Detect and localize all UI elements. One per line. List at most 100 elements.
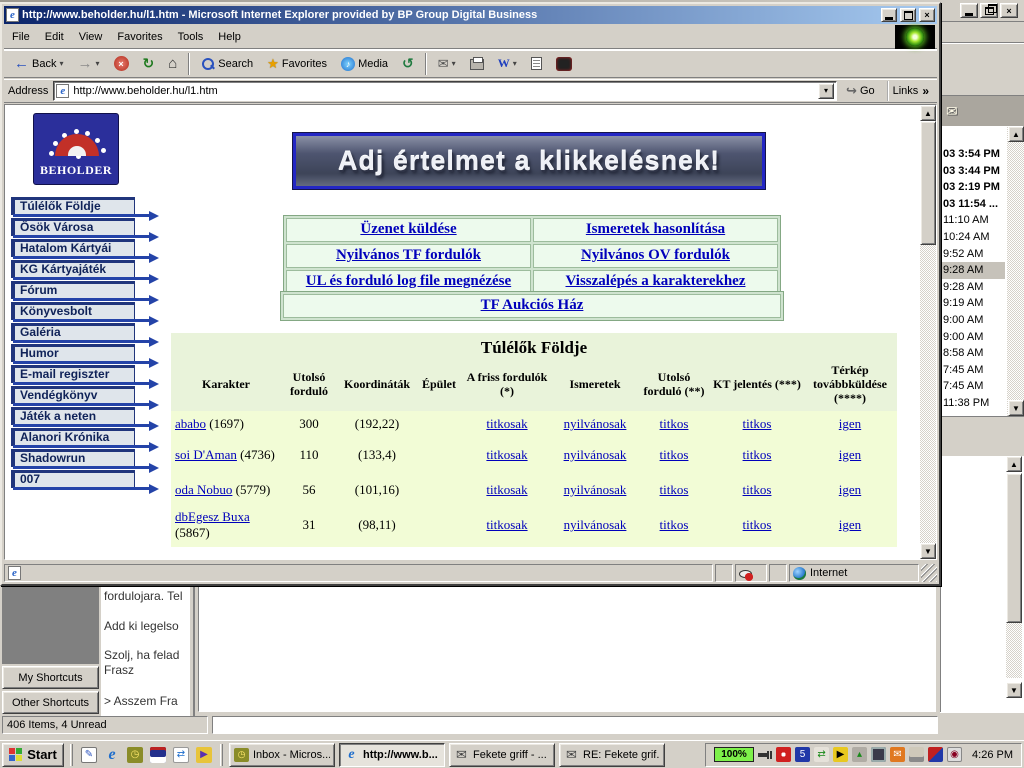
sidebar-item[interactable]: E-mail regiszter (11, 365, 169, 386)
knowledge-link[interactable]: nyilvánosak (564, 416, 627, 431)
fresh-turns-link[interactable]: titkosak (486, 482, 527, 497)
messenger-button[interactable] (550, 52, 578, 76)
character-link[interactable]: oda Nobuo (175, 482, 232, 497)
message-received-time[interactable]: 10:24 AM (941, 229, 1005, 246)
beholder-logo[interactable]: BEHOLDER (33, 113, 119, 185)
links-toolbar[interactable]: Links » (887, 81, 933, 101)
sidebar-item-label[interactable]: Alanori Krónika (11, 428, 135, 446)
menu-item[interactable]: Favorites (117, 31, 162, 43)
kt-report-link[interactable]: titkos (743, 517, 772, 532)
sidebar-item[interactable]: KG Kártyajáték (11, 260, 169, 281)
sidebar-item-label[interactable]: Ősök Városa (11, 218, 135, 236)
character-link[interactable]: soi D'Aman (175, 447, 237, 462)
edit-dropdown-icon[interactable]: ▾ (513, 59, 517, 68)
mail-notify-tray-icon[interactable]: ✉ (890, 747, 905, 762)
ie-titlebar[interactable]: e http://www.beholder.hu/l1.htm - Micros… (4, 6, 937, 24)
network-sync-tray-icon[interactable]: ⇄ (814, 747, 829, 762)
discuss-button[interactable] (525, 52, 548, 76)
message-time-column[interactable]: 03 3:54 PM 03 3:44 PM 03 2:19 PM 03 11:5… (941, 146, 1005, 414)
sidebar-item[interactable]: Ősök Városa (11, 218, 169, 239)
favorites-button[interactable]: ★ Favorites (261, 52, 333, 76)
quick-link[interactable]: Nyilvános TF fordulók (336, 247, 481, 263)
search-button[interactable]: Search (195, 52, 259, 76)
character-link[interactable]: dbEgesz Buxa (175, 509, 250, 524)
scrollbar-thumb[interactable] (920, 121, 936, 245)
knowledge-link[interactable]: nyilvánosak (564, 517, 627, 532)
kt-report-link[interactable]: titkos (743, 447, 772, 462)
message-received-time[interactable]: 9:28 AM (941, 279, 1005, 296)
media-button[interactable]: ♪ Media (335, 52, 394, 76)
map-forward-link[interactable]: igen (839, 517, 861, 532)
print-button[interactable] (464, 52, 490, 76)
scroll-down-icon[interactable]: ▼ (1008, 400, 1024, 416)
message-list-scrollbar[interactable]: ▲ ▼ (1007, 126, 1024, 416)
launch-ie-icon[interactable]: e (102, 745, 122, 765)
banner[interactable]: Adj értelmet a klikkelésnek! (293, 133, 765, 189)
forward-mail-icon[interactable]: ✉ (946, 103, 958, 120)
go-button[interactable]: ↪ Go (842, 82, 882, 100)
mail-dropdown-icon[interactable]: ▾ (452, 59, 456, 68)
address-input[interactable]: http://www.beholder.hu/l1.htm (73, 85, 814, 97)
quick-link[interactable]: Nyilvános OV fordulók (581, 247, 730, 263)
pen-tool-tray-icon[interactable] (928, 747, 943, 762)
message-received-time[interactable]: 03 11:54 ... (941, 196, 1005, 213)
map-forward-link[interactable]: igen (839, 416, 861, 431)
outlook-shortcut-bar[interactable] (2, 586, 99, 664)
sidebar-item[interactable]: Hatalom Kártyái (11, 239, 169, 260)
sidebar-item[interactable]: Galéria (11, 323, 169, 344)
menu-item[interactable]: View (79, 31, 103, 43)
message-received-time[interactable]: 9:19 AM (941, 295, 1005, 312)
knowledge-link[interactable]: nyilvánosak (564, 447, 627, 462)
last-turn-link[interactable]: titkos (660, 482, 689, 497)
refresh-button[interactable]: ↻ (137, 52, 161, 76)
forward-dropdown-icon[interactable]: ▾ (95, 59, 99, 68)
message-received-time[interactable]: 9:52 AM (941, 246, 1005, 263)
fresh-turns-link[interactable]: titkosak (486, 447, 527, 462)
outlook-restore-button[interactable] (980, 3, 998, 18)
map-forward-link[interactable]: igen (839, 482, 861, 497)
search-tray-icon[interactable]: ◉ (947, 747, 962, 762)
quick-link[interactable]: Ismeretek hasonlítása (586, 221, 725, 237)
message-received-time[interactable]: 7:45 AM (941, 362, 1005, 379)
scrollbar-track[interactable] (1006, 623, 1022, 678)
show-desktop-icon[interactable]: ✎ (79, 745, 99, 765)
sidebar-item-label[interactable]: 007 (11, 470, 135, 488)
sidebar-item-label[interactable]: Könyvesbolt (11, 302, 135, 320)
quick-link-auction[interactable]: TF Aukciós Ház (481, 297, 584, 313)
outlook-close-button[interactable]: × (1000, 3, 1018, 18)
message-received-time[interactable]: 9:00 AM (941, 329, 1005, 346)
sidebar-item[interactable]: Alanori Krónika (11, 428, 169, 449)
kt-report-link[interactable]: titkos (743, 482, 772, 497)
privacy-report-icon[interactable] (739, 567, 752, 580)
sidebar-item-label[interactable]: Túlélők Földje (11, 197, 135, 215)
sidebar-item-label[interactable]: Vendégkönyv (11, 386, 135, 404)
message-preview-column[interactable]: fordulojara. TelAdd ki legelsoSzolj, ha … (101, 586, 193, 716)
quick-link[interactable]: UL és forduló log file megnézése (306, 273, 511, 289)
back-dropdown-icon[interactable]: ▾ (59, 59, 63, 68)
quick-link[interactable]: Üzenet küldése (360, 221, 456, 237)
message-received-time[interactable]: 7:45 AM (941, 378, 1005, 395)
task-mail-re-fekete[interactable]: ✉ RE: Fekete grif... (559, 743, 665, 767)
reading-pane-scrollbar[interactable]: ▲ ▼ (1005, 456, 1022, 712)
edit-button[interactable]: W ▾ (492, 52, 523, 76)
sidebar-item-label[interactable]: Galéria (11, 323, 135, 341)
message-received-time[interactable]: 03 2:19 PM (941, 179, 1005, 196)
fresh-turns-link[interactable]: titkosak (486, 517, 527, 532)
pc-agent-tray-icon[interactable]: ▴ (852, 747, 867, 762)
scroll-up-icon[interactable]: ▲ (920, 105, 936, 121)
message-received-time[interactable]: 8:58 AM (941, 345, 1005, 362)
other-shortcuts-button[interactable]: Other Shortcuts (2, 691, 99, 714)
quick-link[interactable]: Visszalépés a karakterekhez (566, 273, 746, 289)
knowledge-link[interactable]: nyilvánosak (564, 482, 627, 497)
task-ie-beholder[interactable]: e http://www.b... (339, 743, 445, 767)
message-received-time[interactable]: 9:00 AM (941, 312, 1005, 329)
minimize-button[interactable] (881, 8, 897, 22)
last-turn-link[interactable]: titkos (660, 416, 689, 431)
sidebar-item[interactable]: Túlélők Földje (11, 197, 169, 218)
resize-grip[interactable] (921, 564, 937, 582)
address-field[interactable]: e http://www.beholder.hu/l1.htm ▾ (53, 81, 837, 101)
privacy-segment[interactable] (735, 564, 767, 582)
character-link[interactable]: ababo (175, 416, 206, 431)
page-scrollbar[interactable]: ▲ ▼ (920, 105, 936, 559)
sidebar-item[interactable]: Shadowrun (11, 449, 169, 470)
